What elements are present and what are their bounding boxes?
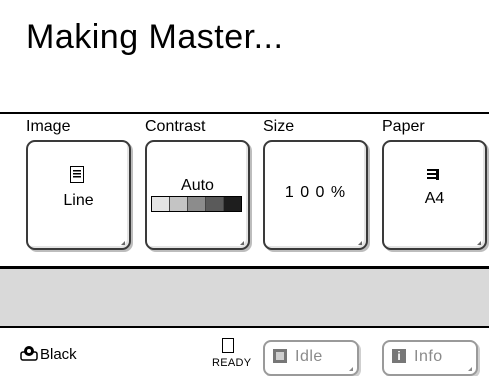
corner-indicator: [121, 241, 125, 245]
image-button[interactable]: Line: [26, 140, 131, 250]
print-panel: Making Master... Image Line Contrast Aut…: [0, 0, 489, 376]
info-label: Info: [414, 348, 443, 365]
idle-label: Idle: [295, 348, 323, 365]
ink-color-label: Black: [40, 346, 77, 363]
contrast-value: Auto: [181, 177, 214, 194]
size-button[interactable]: 1 0 0 %: [263, 140, 368, 250]
ready-label: READY: [212, 357, 252, 369]
contrast-step: [206, 197, 224, 211]
corner-indicator: [358, 241, 362, 245]
size-label: Size: [263, 118, 295, 135]
image-label: Image: [26, 118, 71, 135]
info-button[interactable]: i Info: [382, 340, 478, 376]
message-bar: [0, 266, 489, 328]
ink-drum-icon: [20, 346, 38, 361]
info-glyph: i: [397, 349, 401, 363]
image-value: Line: [63, 192, 94, 209]
paper-tray-icon: [427, 169, 439, 180]
corner-indicator: [468, 367, 472, 371]
paper-label: Paper: [382, 118, 425, 135]
contrast-step: [170, 197, 188, 211]
size-value: 1 0 0 %: [284, 184, 347, 201]
contrast-label: Contrast: [145, 118, 206, 135]
idle-icon: [273, 349, 287, 363]
ready-document-icon: [222, 338, 234, 353]
status-title: Making Master...: [26, 18, 284, 56]
contrast-step: [152, 197, 170, 211]
contrast-step: [224, 197, 241, 211]
corner-indicator: [477, 241, 481, 245]
corner-indicator: [240, 241, 244, 245]
info-icon: i: [392, 349, 406, 363]
paper-value: A4: [424, 190, 445, 207]
paper-button[interactable]: A4: [382, 140, 487, 250]
bottom-bar: Black READY Idle i Info: [0, 330, 489, 376]
status-area: Making Master...: [0, 0, 489, 114]
document-icon: [70, 166, 84, 183]
settings-row: Image Line Contrast Auto Size 1 0 0 % Pa…: [0, 114, 489, 266]
idle-button[interactable]: Idle: [263, 340, 359, 376]
contrast-step: [188, 197, 206, 211]
contrast-scale: [151, 196, 242, 212]
corner-indicator: [349, 367, 353, 371]
contrast-button[interactable]: Auto: [145, 140, 250, 250]
